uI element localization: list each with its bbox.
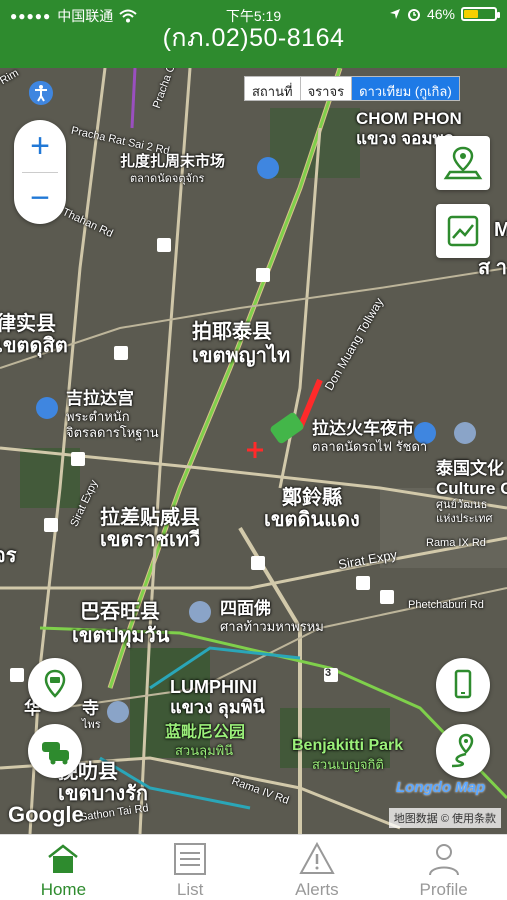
poi-label: ไพร (82, 719, 101, 731)
map-view[interactable]: Rim Pracha Ch Pracha Rat Sai 2 Rd Thahan… (0, 68, 507, 834)
poi-label: 泰国文化 (436, 459, 504, 478)
poi-label: พระตำหนัก (66, 409, 130, 424)
poi-label: ตลาดนัดจตุจักร (130, 173, 205, 185)
poi-label: 寺 (82, 699, 99, 718)
phone-icon (454, 669, 472, 699)
tab-profile[interactable]: Profile (380, 835, 507, 900)
district-label: 拍耶泰县 (192, 321, 272, 343)
district-label: M (494, 219, 507, 241)
cars-icon (42, 742, 69, 765)
zoom-in-button[interactable]: + (14, 120, 66, 172)
tab-list-label: List (176, 880, 204, 899)
poi-label: Culture C (436, 479, 507, 498)
poi-label: 拉达火车夜市 (312, 419, 414, 438)
vehicle-location-button[interactable] (28, 658, 82, 712)
tab-home[interactable]: Home (0, 835, 127, 900)
map-pin-icon (443, 146, 483, 180)
bottom-tab-bar: Home List Alerts Profile (0, 834, 507, 900)
park-label: Benjakitti Park (292, 737, 404, 754)
tab-home-label: Home (40, 880, 87, 899)
home-icon (48, 844, 79, 873)
phone-button[interactable] (436, 658, 490, 712)
battery-fill (464, 10, 478, 18)
profile-icon (428, 844, 459, 876)
trend-chart-icon (447, 215, 479, 247)
district-label: เขตดินแดง (264, 509, 360, 531)
district-label: แขวง ลุมพินี (170, 697, 265, 717)
district-label: 律实县 (0, 313, 56, 335)
road-label: Phetchaburi Rd (408, 599, 484, 611)
map-copyright[interactable]: 地图数据 © 使用条款 (388, 808, 501, 828)
google-logo: Google (8, 802, 84, 827)
poi-label: ศูนย์วัฒนธ (436, 499, 488, 511)
map-roads (0, 68, 507, 834)
map-type-traffic[interactable]: จราจร (301, 77, 353, 100)
tab-list[interactable]: List (127, 835, 254, 900)
park-label: สวนลุมพินี (175, 743, 234, 758)
district-label: เขตดุสิต (0, 335, 68, 357)
poi-label: 扎度扎周末市场 (120, 153, 226, 170)
page-title: (กภ.02)50-8164 (162, 24, 345, 52)
zoom-control: + − (14, 120, 66, 224)
longdo-logo: Longdo Map (396, 779, 486, 796)
locate-map-button[interactable] (436, 136, 490, 190)
top-bar: ●●●●● 中国联通 下午5:19 46% (กภ.02)50-8164 (0, 0, 507, 68)
route-button[interactable] (436, 724, 490, 778)
map-type-switcher: สถานที่ จราจร ดาวเทียม (กูเกิล) (244, 76, 460, 101)
road-label: Rama IX Rd (426, 537, 486, 549)
accessibility-icon[interactable] (28, 80, 54, 106)
poi-label: 四面佛 (220, 599, 271, 618)
park-label: 蓝毗尼公园 (165, 724, 246, 741)
district-label: CHOM PHON (356, 109, 462, 128)
chart-button[interactable] (436, 204, 490, 258)
district-label: จร (0, 545, 17, 567)
car-pin-icon (44, 669, 66, 698)
zoom-out-button[interactable]: − (14, 172, 66, 224)
poi-label: ตลาดนัดรถไฟ รัชดา (312, 439, 428, 454)
district-label: เขตปทุมวัน (72, 625, 170, 647)
poi-label: 吉拉达宫 (66, 389, 134, 408)
map-type-satellite[interactable]: ดาวเทียม (กูเกิล) (352, 77, 459, 100)
vehicles-button[interactable] (28, 724, 82, 778)
poi-label: แห่งประเทศ (436, 513, 493, 525)
park-label: สวนเบญจกิติ (312, 757, 384, 772)
poi-label: จิตรลดารโหฐาน (66, 425, 159, 440)
district-label: LUMPHINI (170, 677, 257, 697)
tab-alerts-label: Alerts (295, 880, 339, 899)
tab-alerts[interactable]: Alerts (254, 835, 381, 900)
alert-icon (299, 841, 335, 874)
list-icon (174, 843, 207, 875)
map-type-places[interactable]: สถานที่ (245, 77, 301, 100)
district-label: 拉差贴威县 (100, 507, 200, 529)
poi-label: ศาลท้าวมหาพรหม (220, 619, 324, 634)
tab-profile-label: Profile (419, 880, 468, 899)
route-number: 3 (325, 667, 332, 679)
district-label: เขตพญาไท (192, 345, 291, 367)
route-pin-icon (451, 733, 474, 768)
district-label: 鄭鈴縣 (282, 487, 342, 509)
district-label: 巴吞旺县 (80, 601, 160, 623)
district-label: เขตราชเทวี (100, 529, 201, 551)
district-label: ส า (478, 257, 507, 279)
